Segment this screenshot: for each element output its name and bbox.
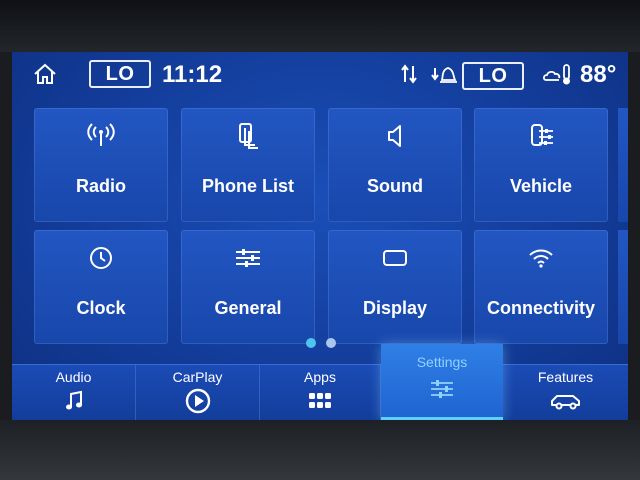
carplay-icon — [185, 388, 210, 414]
nav-label: Features — [537, 369, 594, 385]
speaker-icon — [388, 125, 401, 147]
outside-temperature: 88° — [580, 61, 617, 88]
passenger-temp-label: LO — [478, 64, 508, 87]
tile-next-page-peek — [618, 108, 628, 222]
passenger-temp-button[interactable]: LO — [462, 62, 524, 90]
radio-antenna-icon — [87, 123, 115, 146]
tile-label: Display — [362, 298, 428, 318]
nav-label-active: Settings — [416, 354, 468, 370]
tile-connectivity[interactable]: Connectivity — [474, 230, 608, 344]
nav-label: Apps — [304, 369, 336, 385]
nav-apps[interactable]: Apps — [260, 365, 381, 420]
tile-label: Radio — [75, 176, 126, 196]
driver-temp-button[interactable]: LO — [89, 60, 151, 88]
page-dot[interactable] — [326, 338, 336, 348]
wifi-icon — [529, 249, 553, 268]
tile-general[interactable]: General — [181, 230, 315, 344]
data-arrows-icon — [401, 64, 417, 84]
vehicle-settings-icon — [531, 124, 553, 146]
active-tab-indicator — [381, 417, 503, 420]
nav-settings[interactable]: Settings — [381, 344, 503, 420]
clock-time: 11:12 — [162, 61, 223, 88]
tile-label: Sound — [367, 176, 423, 196]
car-icon — [550, 395, 580, 410]
music-note-icon — [65, 390, 82, 410]
tile-label: Phone List — [201, 176, 294, 196]
tile-label: Vehicle — [509, 176, 573, 196]
nav-audio[interactable]: Audio — [12, 365, 136, 420]
apps-grid-icon — [309, 393, 331, 408]
phone-list-icon — [239, 123, 258, 149]
tile-display[interactable]: Display — [328, 230, 462, 344]
tile-radio[interactable]: Radio — [34, 108, 168, 222]
tile-clock[interactable]: Clock — [34, 230, 168, 344]
tile-label: Connectivity — [486, 298, 596, 318]
tile-label: General — [214, 298, 282, 318]
nav-label: Audio — [55, 369, 92, 385]
bottom-bezel — [0, 420, 640, 480]
home-icon[interactable] — [32, 62, 58, 86]
tile-vehicle[interactable]: Vehicle — [474, 108, 608, 222]
weather-thermometer-icon — [542, 64, 570, 85]
status-bar: LO 11:12 LO 88° — [12, 52, 628, 96]
infotainment-screen: LO 11:12 LO 88° Radio Phone List Sound V… — [12, 52, 628, 420]
sliders-icon — [236, 249, 260, 267]
tile-sound[interactable]: Sound — [328, 108, 462, 222]
tile-phone-list[interactable]: Phone List — [181, 108, 315, 222]
tile-label: Clock — [76, 298, 126, 318]
driver-temp-label: LO — [105, 62, 135, 85]
settings-sliders-icon — [431, 380, 453, 398]
nav-carplay[interactable]: CarPlay — [136, 365, 260, 420]
bottom-nav: Audio CarPlay Apps Features — [12, 364, 628, 420]
nav-label: CarPlay — [172, 369, 223, 385]
alert-bell-icon[interactable] — [430, 62, 458, 86]
nav-features[interactable]: Features — [503, 365, 628, 420]
top-bezel — [0, 0, 640, 52]
page-dot-active[interactable] — [306, 338, 316, 348]
display-icon — [383, 250, 407, 266]
clock-icon — [90, 247, 112, 269]
tile-next-page-peek — [618, 230, 628, 344]
